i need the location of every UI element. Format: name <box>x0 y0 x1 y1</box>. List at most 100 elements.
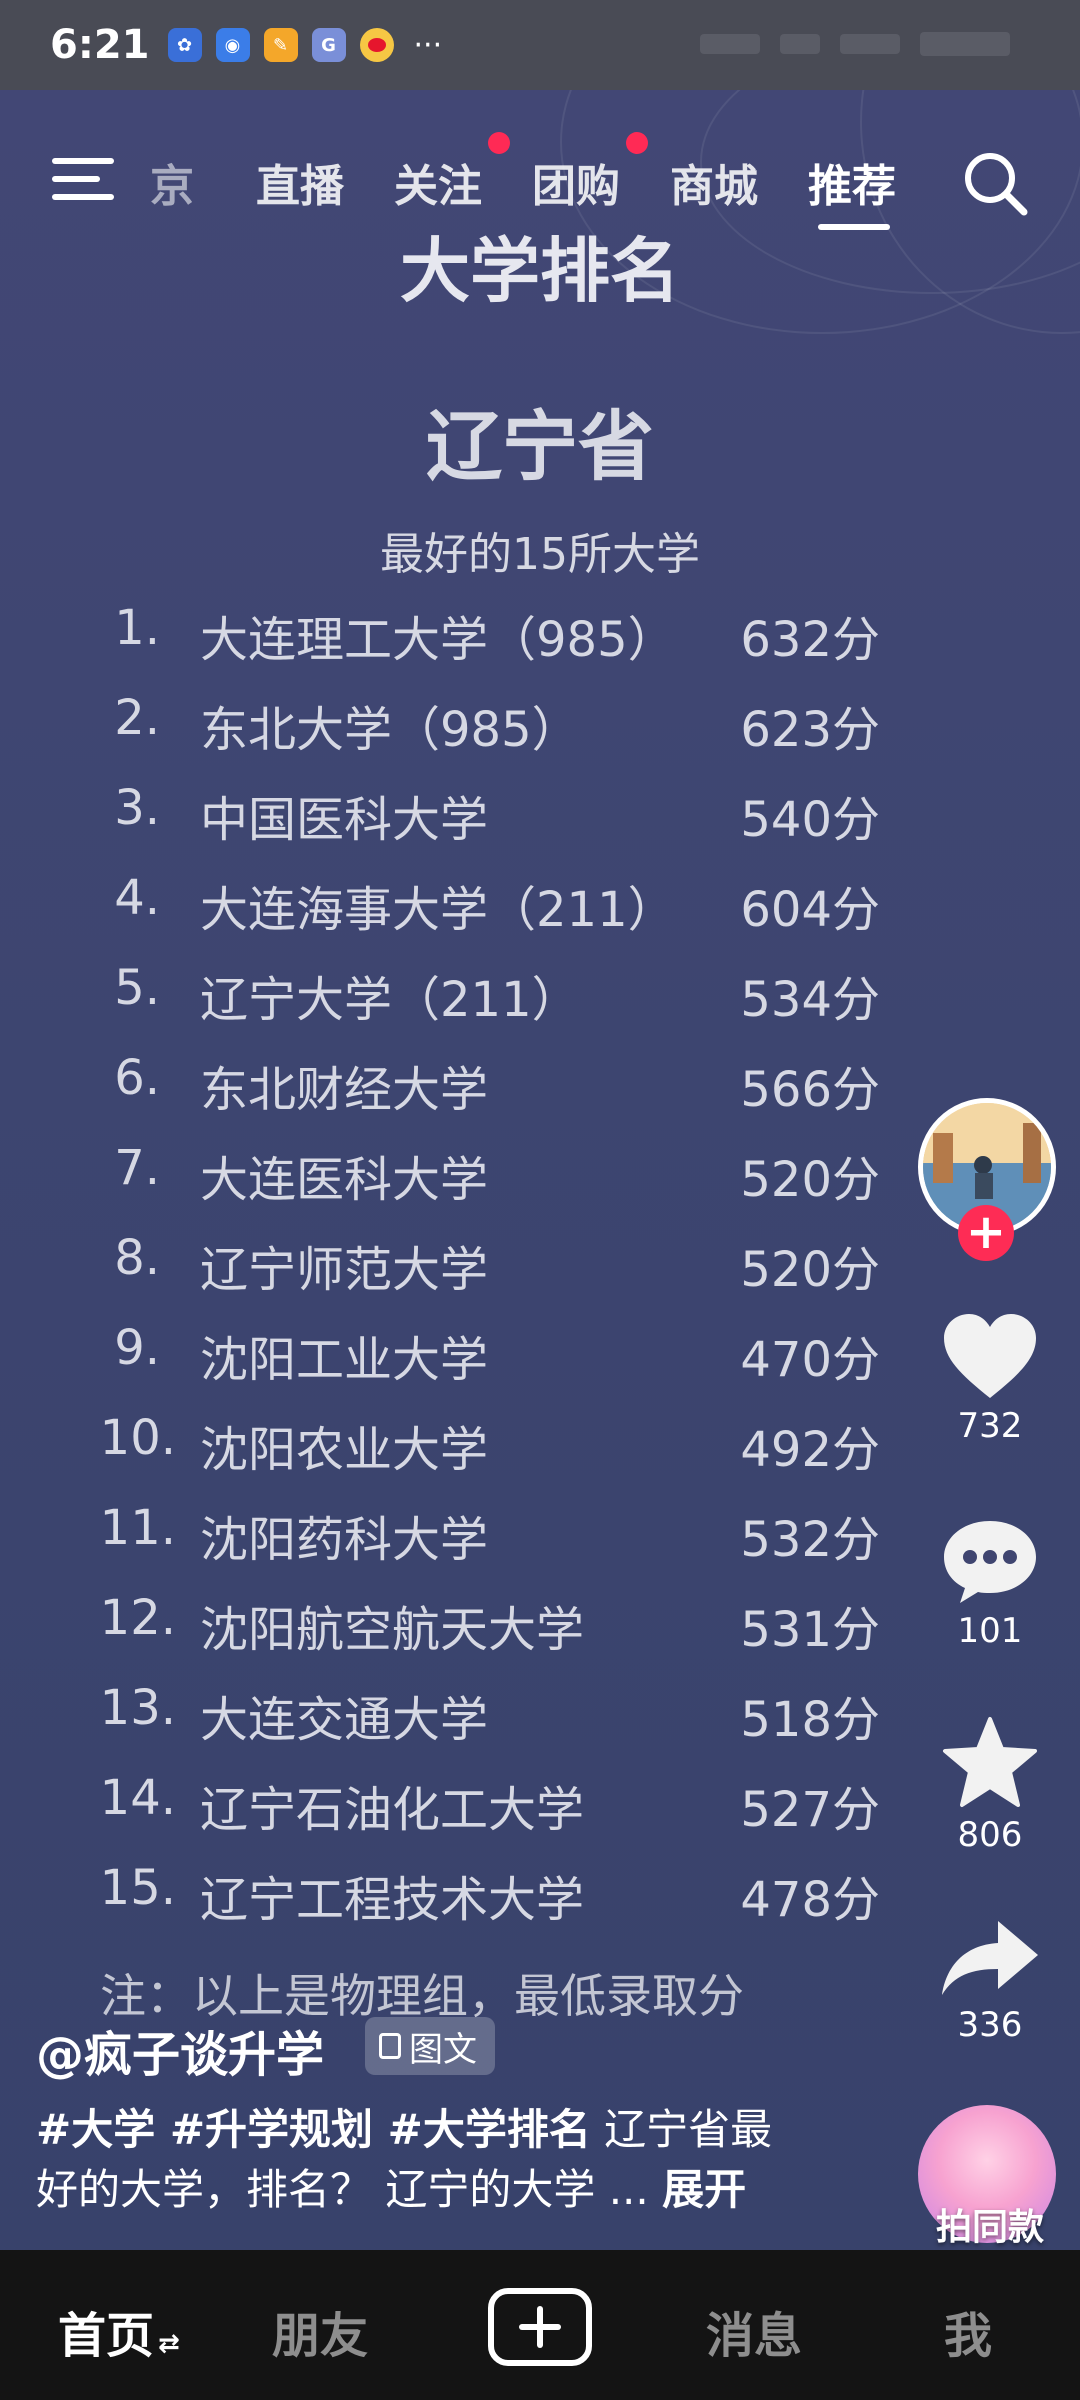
tab-live[interactable]: 直播 <box>256 150 344 214</box>
comment-action[interactable]: 101 <box>900 1515 1080 1651</box>
notification-icons: ✿ ◉ ✎ G ··· <box>167 27 443 63</box>
ranking-row: 6. 东北财经大学 566分 <box>0 1050 1080 1130</box>
university-name: 中国医科大学 <box>200 792 489 848</box>
description-line1: 辽宁省最 <box>590 2105 773 2154</box>
min-score: 492分 <box>740 1422 880 1478</box>
university-name: 沈阳药科大学 <box>200 1512 489 1568</box>
province-title: 辽宁省 <box>426 402 654 491</box>
same-style-label[interactable]: 拍同款 <box>900 2198 1080 2250</box>
like-action[interactable]: 732 <box>900 1310 1080 1446</box>
ranking-row: 8. 辽宁师范大学 520分 <box>0 1230 1080 1310</box>
rank-number: 1. <box>114 600 160 656</box>
rank-number: 14. <box>99 1770 176 1826</box>
app-notification-icon: ◉ <box>215 28 250 62</box>
image-text-badge: 图文 <box>365 2017 495 2075</box>
university-name: 大连交通大学 <box>200 1692 489 1748</box>
min-score: 532分 <box>740 1512 880 1568</box>
rank-number: 5. <box>114 960 160 1016</box>
bottom-nav: 首页 ⇄ 朋友 消息 我 <box>0 2250 1080 2400</box>
nav-messages[interactable]: 消息 <box>706 2296 802 2366</box>
tab-recommend[interactable]: 推荐 <box>808 150 896 214</box>
status-bar: 6:21 ✿ ◉ ✎ G ··· <box>0 0 1080 90</box>
comment-count: 101 <box>957 1611 1023 1651</box>
min-score: 520分 <box>740 1242 880 1298</box>
university-name: 大连海事大学（211） <box>200 882 676 938</box>
rank-number: 9. <box>114 1320 160 1376</box>
min-score: 470分 <box>740 1332 880 1388</box>
post-subtitle: 最好的15所大学 <box>380 529 700 580</box>
min-score: 534分 <box>740 972 880 1028</box>
min-score: 566分 <box>740 1062 880 1118</box>
rank-number: 10. <box>99 1410 176 1466</box>
ranking-row: 5. 辽宁大学（211） 534分 <box>0 960 1080 1040</box>
tab-mall[interactable]: 商城 <box>670 150 758 214</box>
star-icon <box>943 1717 1037 1807</box>
nav-home[interactable]: 首页 ⇄ <box>58 2296 180 2366</box>
rank-number: 11. <box>99 1500 176 1556</box>
share-count: 336 <box>957 2005 1023 2045</box>
app-notification-icon: ✿ <box>167 28 202 62</box>
ranking-row: 7. 大连医科大学 520分 <box>0 1140 1080 1220</box>
post-hashtags[interactable]: #大学 #升学规划 #大学排名 <box>36 2105 591 2154</box>
tab-local[interactable]: 京 <box>150 150 194 214</box>
min-score: 604分 <box>740 882 880 938</box>
favorite-action[interactable]: 806 <box>900 1715 1080 1855</box>
tab-group-buy[interactable]: 团购 <box>532 150 620 214</box>
like-count: 732 <box>957 1406 1023 1446</box>
top-nav: 京 直播 关注 团购 商城 推荐 <box>0 132 1080 230</box>
university-name: 辽宁工程技术大学 <box>200 1872 585 1928</box>
university-name: 东北财经大学 <box>200 1062 489 1118</box>
group-buy-badge-dot <box>626 132 648 154</box>
status-indicators <box>700 30 1020 58</box>
description-line2: 好的大学，排名？ 辽宁的大学 ... <box>36 2165 663 2214</box>
app-notification-icon: ✎ <box>263 28 298 62</box>
university-name: 东北大学（985） <box>200 702 580 758</box>
post-title: 大学排名 <box>400 230 680 312</box>
min-score: 520分 <box>740 1152 880 1208</box>
university-name: 辽宁石油化工大学 <box>200 1782 585 1838</box>
ranking-row: 4. 大连海事大学（211） 604分 <box>0 870 1080 950</box>
ranking-row: 2. 东北大学（985） 623分 <box>0 690 1080 770</box>
app-notification-icon: G <box>311 28 346 62</box>
weibo-icon <box>359 28 394 62</box>
ranking-row: 1. 大连理工大学（985） 632分 <box>0 600 1080 680</box>
follow-button[interactable]: + <box>958 1205 1014 1261</box>
favorite-count: 806 <box>957 1815 1023 1855</box>
rank-number: 2. <box>114 690 160 746</box>
nav-home-label: 首页 <box>58 2308 155 2364</box>
following-badge-dot <box>488 132 510 154</box>
rank-number: 13. <box>99 1680 176 1736</box>
status-time: 6:21 <box>50 22 150 68</box>
university-name: 辽宁师范大学 <box>200 1242 489 1298</box>
rank-number: 8. <box>114 1230 160 1286</box>
image-text-label: 图文 <box>409 2029 477 2070</box>
create-post-button[interactable] <box>488 2288 592 2366</box>
share-action[interactable]: 336 <box>900 1915 1080 2045</box>
rank-number: 7. <box>114 1140 160 1196</box>
min-score: 518分 <box>740 1692 880 1748</box>
nav-me[interactable]: 我 <box>944 2296 992 2366</box>
ranking-row: 3. 中国医科大学 540分 <box>0 780 1080 860</box>
university-name: 沈阳工业大学 <box>200 1332 489 1388</box>
rank-number: 3. <box>114 780 160 836</box>
menu-icon[interactable] <box>52 154 114 204</box>
search-icon[interactable] <box>960 148 1030 218</box>
share-icon <box>942 1921 1038 1995</box>
tab-following[interactable]: 关注 <box>394 150 482 214</box>
university-name: 大连医科大学 <box>200 1152 489 1208</box>
comment-icon <box>944 1521 1036 1603</box>
university-name: 辽宁大学（211） <box>200 972 580 1028</box>
document-icon <box>379 2033 401 2059</box>
post-description[interactable]: #大学 #升学规划 #大学排名 辽宁省最 好的大学，排名？ 辽宁的大学 ... … <box>36 2100 836 2220</box>
rank-number: 15. <box>99 1860 176 1916</box>
university-name: 沈阳农业大学 <box>200 1422 489 1478</box>
min-score: 540分 <box>740 792 880 848</box>
heart-icon <box>944 1314 1036 1398</box>
rank-number: 6. <box>114 1050 160 1106</box>
author-name[interactable]: @疯子谈升学 <box>36 2015 324 2085</box>
university-name: 大连理工大学（985） <box>200 612 676 668</box>
nav-friends[interactable]: 朋友 <box>272 2296 368 2366</box>
expand-link[interactable]: 展开 <box>662 2165 746 2214</box>
min-score: 531分 <box>740 1602 880 1658</box>
more-notifications-icon: ··· <box>413 27 443 63</box>
